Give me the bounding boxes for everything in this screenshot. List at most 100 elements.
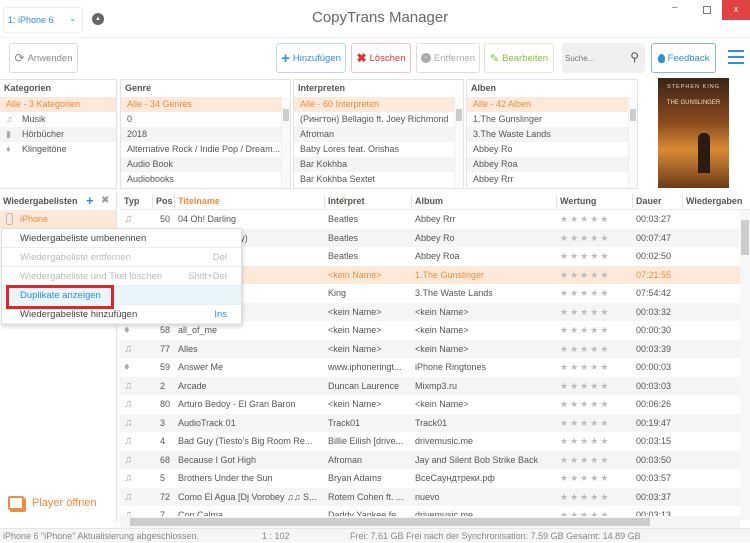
star-icon[interactable]: ★ [590, 418, 600, 428]
rating-stars[interactable]: ★★★★★ [560, 284, 610, 303]
column-header-interpret[interactable]: Interpret [328, 192, 413, 210]
star-icon[interactable]: ★ [570, 418, 580, 428]
star-icon[interactable]: ★ [560, 492, 570, 502]
table-row[interactable]: ♦ 59 Answer Me www.iphoneringt... iPhone Rin… [120, 358, 740, 377]
horizontal-scrollbar[interactable] [120, 516, 740, 528]
star-icon[interactable]: ★ [590, 214, 600, 224]
star-icon[interactable]: ★ [560, 455, 570, 465]
column-header-wertung[interactable]: Wertung [560, 192, 630, 210]
artists-item[interactable]: Alle - 60 Interpreten [294, 97, 454, 112]
category-item[interactable]: Alle - 3 Kategorien [0, 97, 116, 112]
star-icon[interactable]: ★ [570, 270, 580, 280]
star-icon[interactable]: ★ [600, 473, 610, 483]
star-icon[interactable]: ★ [600, 381, 610, 391]
rating-stars[interactable]: ★★★★★ [560, 210, 610, 229]
table-row[interactable]: ♫ 3 AudioTrack 01 Track01 Track01 ★★★★★ 00:19:… [120, 413, 740, 433]
category-item[interactable]: ♦ Klingeltöne [0, 142, 116, 157]
star-icon[interactable]: ★ [600, 307, 610, 317]
rating-stars[interactable]: ★★★★★ [560, 358, 610, 377]
star-icon[interactable]: ★ [580, 307, 590, 317]
star-icon[interactable]: ★ [600, 251, 610, 261]
star-icon[interactable]: ★ [590, 233, 600, 243]
albums-item[interactable]: 3.The Waste Lands [467, 127, 628, 142]
star-icon[interactable]: ★ [560, 233, 570, 243]
star-icon[interactable]: ★ [580, 325, 590, 335]
genre-scrollbar[interactable] [281, 97, 290, 188]
star-icon[interactable]: ★ [600, 455, 610, 465]
star-icon[interactable]: ★ [590, 473, 600, 483]
feedback-button[interactable]: Feedback [651, 43, 716, 73]
genre-item[interactable]: Audio Book [121, 157, 281, 172]
playlist-item-iphone[interactable]: iPhone [0, 210, 116, 228]
genre-item[interactable]: Audiobooks [121, 172, 281, 187]
star-icon[interactable]: ★ [600, 418, 610, 428]
star-icon[interactable]: ★ [560, 362, 570, 372]
star-icon[interactable]: ★ [560, 288, 570, 298]
star-icon[interactable]: ★ [580, 492, 590, 502]
table-row[interactable]: ♫ 72 Como El Agua [Dj Vorobey ♫♫ S... Rotem… [120, 487, 740, 506]
star-icon[interactable]: ★ [600, 492, 610, 502]
apply-button[interactable]: ⟳ Anwenden [9, 43, 78, 73]
rating-stars[interactable]: ★★★★★ [560, 377, 610, 396]
star-icon[interactable]: ★ [570, 399, 580, 409]
star-icon[interactable]: ★ [580, 251, 590, 261]
albums-item[interactable]: 1.The Gunslinger [467, 112, 628, 127]
star-icon[interactable]: ★ [560, 344, 570, 354]
albums-item[interactable]: Abbey Roa [467, 157, 628, 172]
star-icon[interactable]: ★ [590, 455, 600, 465]
column-header-dauer[interactable]: Dauer [636, 192, 686, 210]
star-icon[interactable]: ★ [560, 251, 570, 261]
star-icon[interactable]: ★ [600, 233, 610, 243]
star-icon[interactable]: ★ [570, 436, 580, 446]
rating-stars[interactable]: ★★★★★ [560, 303, 610, 322]
star-icon[interactable]: ★ [590, 307, 600, 317]
star-icon[interactable]: ★ [580, 455, 590, 465]
artists-item[interactable]: Bar Kokhba Sextet [294, 172, 454, 187]
rating-stars[interactable]: ★★★★★ [560, 247, 610, 266]
star-icon[interactable]: ★ [600, 436, 610, 446]
artists-scrollbar[interactable] [454, 97, 463, 188]
star-icon[interactable]: ★ [570, 455, 580, 465]
add-button[interactable]: + Hinzufügen [276, 43, 346, 73]
open-player-button[interactable]: Player öffnen [8, 496, 97, 510]
delete-button[interactable]: ✖ Löschen [351, 43, 411, 73]
star-icon[interactable]: ★ [570, 288, 580, 298]
device-dropdown[interactable]: 1: iPhone 6 ⌄ [3, 7, 83, 33]
star-icon[interactable]: ★ [570, 381, 580, 391]
star-icon[interactable]: ★ [560, 214, 570, 224]
star-icon[interactable]: ★ [560, 325, 570, 335]
table-row[interactable]: ♫ 80 Arturo Bedoy - El Gran Baron <kein Nam… [120, 395, 740, 414]
rating-stars[interactable]: ★★★★★ [560, 414, 610, 433]
genre-item[interactable]: 2018 [121, 127, 281, 142]
eject-icon[interactable]: ▲ [92, 13, 104, 25]
column-header-album[interactable]: Album [415, 192, 557, 210]
star-icon[interactable]: ★ [580, 233, 590, 243]
artists-item[interactable]: Bar Kokhba [294, 157, 454, 172]
star-icon[interactable]: ★ [600, 288, 610, 298]
genre-item[interactable]: Alternative Rock / Indie Pop / Dream... [121, 142, 281, 157]
star-icon[interactable]: ★ [560, 436, 570, 446]
rating-stars[interactable]: ★★★★★ [560, 266, 610, 285]
star-icon[interactable]: ★ [590, 344, 600, 354]
remove-button[interactable]: - Entfernen [416, 43, 480, 73]
genre-item[interactable]: Alle - 34 Genres [121, 97, 281, 112]
star-icon[interactable]: ★ [560, 307, 570, 317]
table-row[interactable]: ♫ 77 Alles <kein Name> <kein Name> ★★★★★ 00:03… [120, 339, 740, 359]
artists-item[interactable]: (Рингтон) Bellagio ft. Joey Richmond [294, 112, 454, 127]
star-icon[interactable]: ★ [590, 381, 600, 391]
star-icon[interactable]: ★ [570, 473, 580, 483]
star-icon[interactable]: ★ [570, 214, 580, 224]
vertical-scrollbar[interactable] [740, 210, 750, 520]
genre-item[interactable]: 0 [121, 112, 281, 127]
rating-stars[interactable]: ★★★★★ [560, 340, 610, 359]
table-row[interactable]: ♫ 2 Arcade Duncan Laurence Mixmp3.ru ★★★★★ 00:… [120, 376, 740, 396]
rating-stars[interactable]: ★★★★★ [560, 432, 610, 451]
star-icon[interactable]: ★ [590, 492, 600, 502]
menu-item-wiedergabeliste-entfernen[interactable]: Wiedergabeliste entfernen Del [2, 248, 241, 267]
star-icon[interactable]: ★ [570, 251, 580, 261]
search-icon[interactable]: ⚲ [630, 50, 639, 64]
maximize-button[interactable] [703, 6, 711, 14]
star-icon[interactable]: ★ [570, 233, 580, 243]
star-icon[interactable]: ★ [560, 473, 570, 483]
table-row[interactable]: ♫ 68 Because I Got High Afroman Jay and Sile… [120, 450, 740, 469]
